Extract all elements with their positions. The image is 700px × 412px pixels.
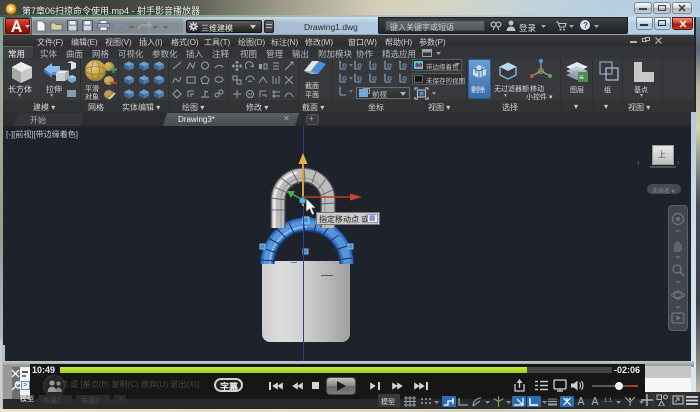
svg-text:≡: ≡ [579,73,584,82]
